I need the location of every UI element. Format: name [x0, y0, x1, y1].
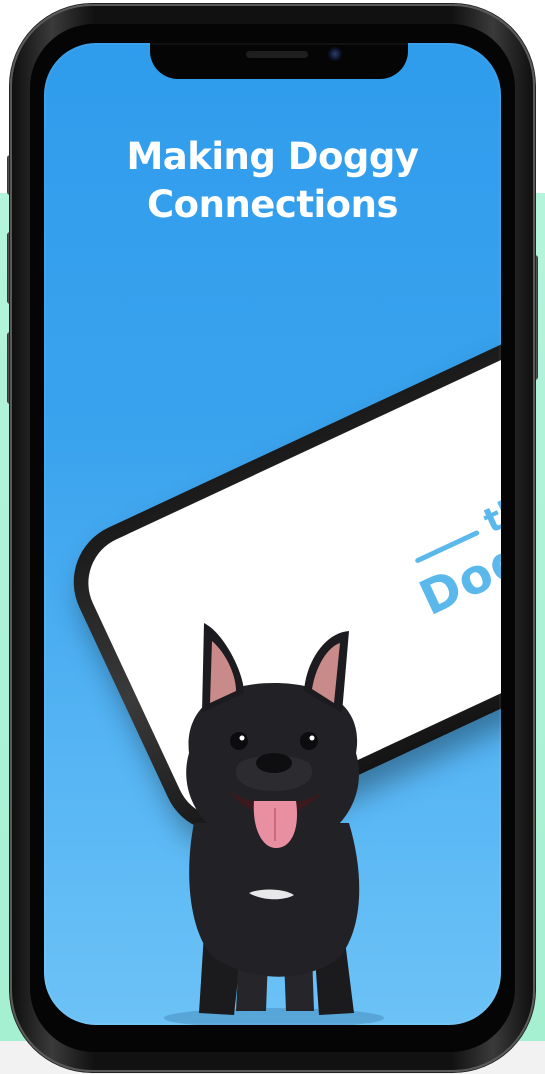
dog-logo-icon	[480, 310, 501, 501]
headline: Making Doggy Connections	[44, 133, 501, 229]
front-camera-icon	[328, 47, 342, 61]
speaker-grille-icon	[246, 51, 308, 58]
logo-main-word: DogHood	[411, 468, 501, 627]
phone-screen: Making Doggy Connections the DogHood	[44, 43, 501, 1025]
promo-stage: Making Doggy Connections the DogHood	[0, 0, 545, 1074]
headline-line-2: Connections	[147, 183, 398, 226]
logo-small-word: the	[477, 478, 501, 542]
headline-line-1: Making Doggy	[126, 135, 419, 178]
camera-notch	[150, 43, 408, 79]
french-bulldog-image	[164, 623, 384, 1025]
